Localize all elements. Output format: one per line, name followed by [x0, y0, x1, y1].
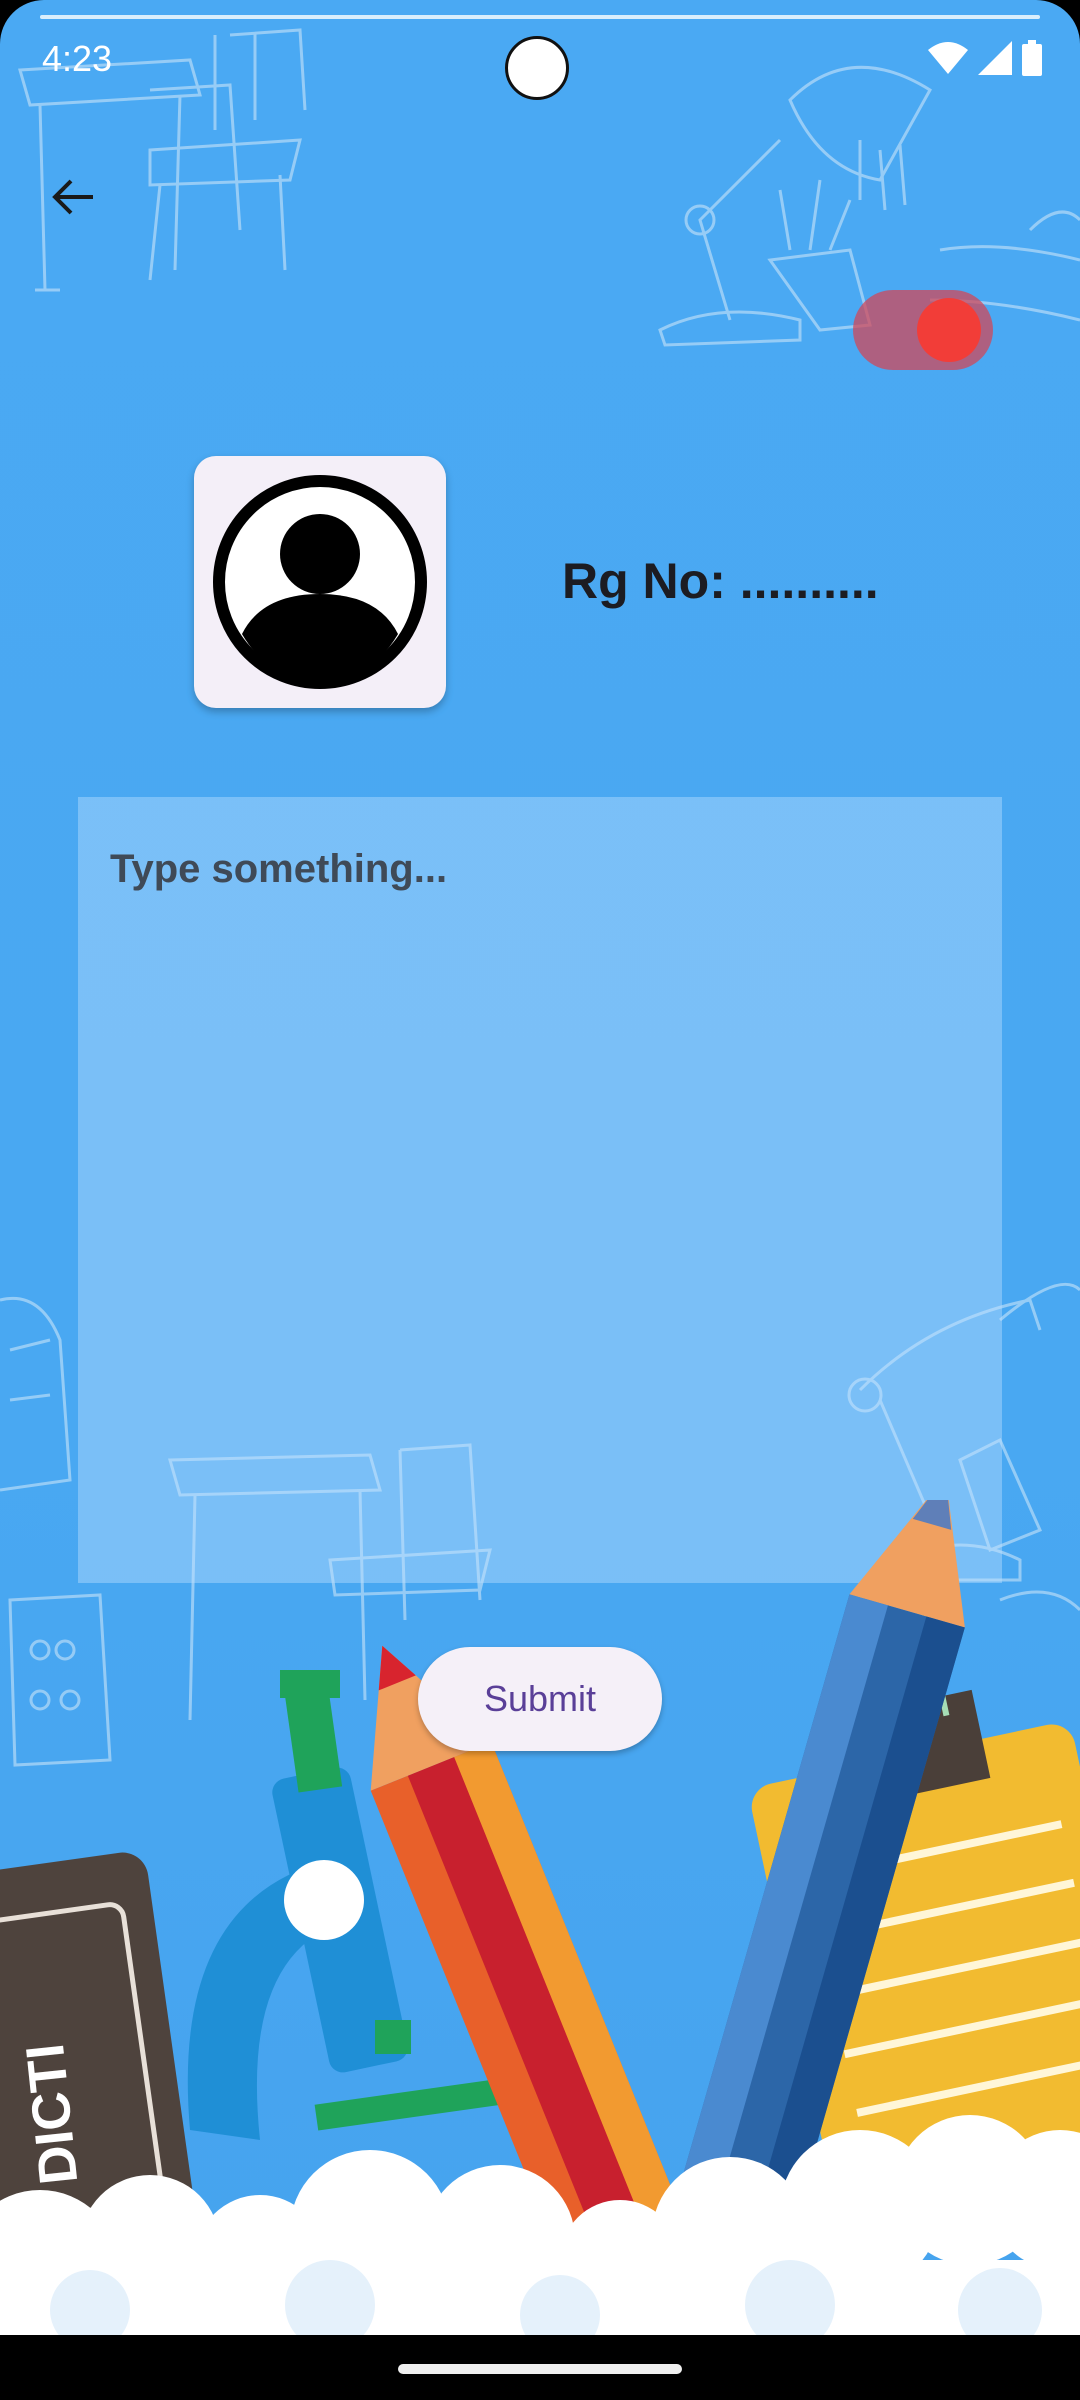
- note-input-container: [78, 797, 1002, 1583]
- wifi-icon: [928, 42, 968, 74]
- switch-thumb: [917, 298, 981, 362]
- submit-button[interactable]: Submit: [418, 1647, 662, 1751]
- back-button[interactable]: [36, 160, 110, 234]
- signal-icon: [978, 41, 1012, 75]
- status-time: 4:23: [42, 38, 113, 79]
- battery-icon: [1022, 40, 1042, 76]
- avatar-button[interactable]: [194, 456, 446, 708]
- status-icons: [928, 38, 1042, 78]
- account-circle-icon: [213, 475, 427, 689]
- toggle-switch[interactable]: [853, 290, 993, 370]
- arrow-left-icon: [52, 179, 93, 215]
- note-input[interactable]: [78, 797, 1002, 1583]
- app-screen: 4:23 Rg No: .......... Type something...…: [0, 0, 1080, 2335]
- registration-number: Rg No: ..........: [562, 553, 879, 609]
- school-supplies-illustration: DICTI: [0, 1500, 1080, 2335]
- gesture-nav-handle[interactable]: [398, 2364, 682, 2374]
- front-camera: [505, 36, 569, 100]
